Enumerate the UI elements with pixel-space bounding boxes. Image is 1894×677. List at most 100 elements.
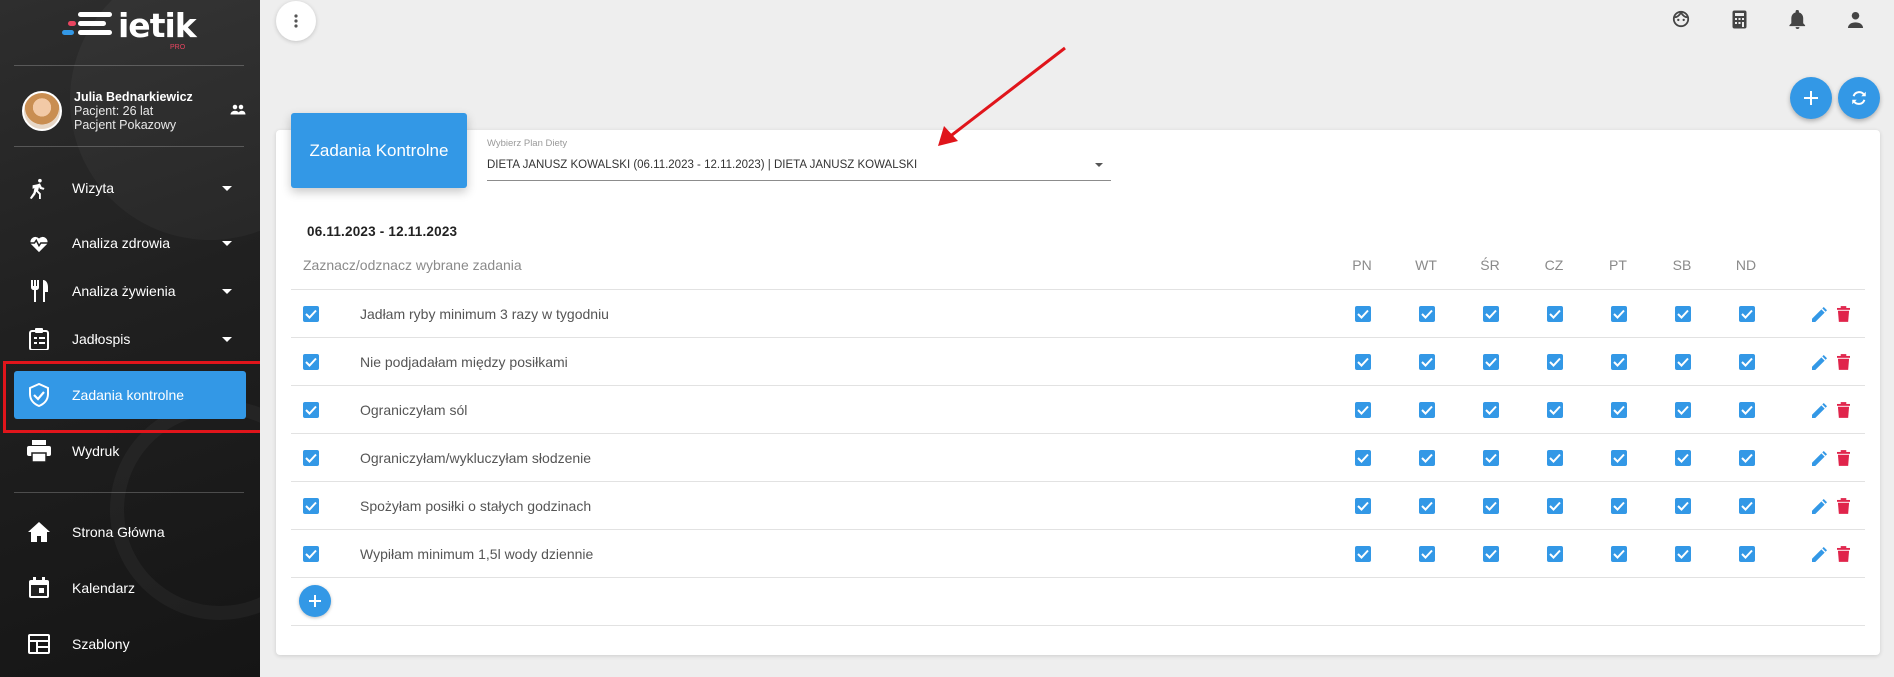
add-task-button[interactable] xyxy=(299,585,331,617)
diet-plan-select-value: DIETA JANUSZ KOWALSKI (06.11.2023 - 12.1… xyxy=(487,159,918,171)
toggle-all-tasks-link[interactable]: Zaznacz/odznacz wybrane zadania xyxy=(303,257,522,273)
day-checkbox-sb[interactable] xyxy=(1675,306,1691,322)
diet-plan-select-label: Wybierz Plan Diety xyxy=(487,138,568,149)
patient-card[interactable]: Julia Bednarkiewicz Pacjent: 26 lat Pacj… xyxy=(22,86,247,136)
day-checkbox-nd[interactable] xyxy=(1739,306,1755,322)
bell-icon[interactable] xyxy=(1784,6,1810,32)
day-header: PN xyxy=(1352,257,1372,273)
day-checkbox-pn[interactable] xyxy=(1355,498,1371,514)
app-logo[interactable]: ietik PRO xyxy=(62,6,197,51)
sidebar-item-jadlospis[interactable]: Jadłospis xyxy=(14,315,246,363)
day-checkbox-nd[interactable] xyxy=(1739,450,1755,466)
day-checkbox-pt[interactable] xyxy=(1611,498,1627,514)
delete-icon[interactable] xyxy=(1834,352,1852,372)
day-checkbox-cz[interactable] xyxy=(1547,354,1563,370)
day-checkbox-cz[interactable] xyxy=(1547,546,1563,562)
sidebar-item-wizyta[interactable]: Wizyta xyxy=(14,164,246,212)
day-checkbox-sb[interactable] xyxy=(1675,498,1691,514)
day-checkbox-śr[interactable] xyxy=(1483,306,1499,322)
day-checkbox-sb[interactable] xyxy=(1675,450,1691,466)
day-checkbox-wt[interactable] xyxy=(1419,546,1435,562)
day-checkbox-nd[interactable] xyxy=(1739,402,1755,418)
task-select-checkbox[interactable] xyxy=(303,450,319,466)
edit-icon[interactable] xyxy=(1810,544,1828,564)
task-label: Jadłam ryby minimum 3 razy w tygodniu xyxy=(360,306,609,322)
delete-icon[interactable] xyxy=(1834,448,1852,468)
sidebar-item-szablony[interactable]: Szablony xyxy=(14,620,246,668)
day-checkbox-sb[interactable] xyxy=(1675,402,1691,418)
edit-icon[interactable] xyxy=(1810,304,1828,324)
day-checkbox-pt[interactable] xyxy=(1611,354,1627,370)
day-header: ŚR xyxy=(1480,257,1500,273)
calculator-icon[interactable] xyxy=(1726,6,1752,32)
day-checkbox-pn[interactable] xyxy=(1355,546,1371,562)
day-checkbox-nd[interactable] xyxy=(1739,546,1755,562)
day-checkbox-pn[interactable] xyxy=(1355,450,1371,466)
sidebar-item-kalendarz[interactable]: Kalendarz xyxy=(14,564,246,612)
day-checkbox-wt[interactable] xyxy=(1419,354,1435,370)
task-select-checkbox[interactable] xyxy=(303,402,319,418)
day-checkbox-wt[interactable] xyxy=(1419,402,1435,418)
day-checkbox-cz[interactable] xyxy=(1547,402,1563,418)
day-checkbox-nd[interactable] xyxy=(1739,354,1755,370)
diet-plan-select[interactable]: DIETA JANUSZ KOWALSKI (06.11.2023 - 12.1… xyxy=(487,150,1111,181)
sidebar-item-strona-glowna[interactable]: Strona Główna xyxy=(14,508,246,556)
day-checkbox-pt[interactable] xyxy=(1611,450,1627,466)
switch-patient-icon[interactable] xyxy=(229,101,247,119)
plus-icon xyxy=(1804,91,1818,105)
printer-icon xyxy=(26,438,52,464)
day-checkbox-cz[interactable] xyxy=(1547,306,1563,322)
edit-icon[interactable] xyxy=(1810,448,1828,468)
day-checkbox-pn[interactable] xyxy=(1355,354,1371,370)
account-icon[interactable] xyxy=(1842,6,1868,32)
edit-icon[interactable] xyxy=(1810,400,1828,420)
day-header: ND xyxy=(1735,257,1757,273)
day-checkbox-wt[interactable] xyxy=(1419,450,1435,466)
delete-icon[interactable] xyxy=(1834,496,1852,516)
logo-text: ietik xyxy=(118,6,197,45)
day-checkbox-sb[interactable] xyxy=(1675,546,1691,562)
day-checkbox-pn[interactable] xyxy=(1355,402,1371,418)
day-checkbox-pt[interactable] xyxy=(1611,402,1627,418)
delete-icon[interactable] xyxy=(1834,304,1852,324)
avatar xyxy=(22,91,62,131)
day-checkbox-cz[interactable] xyxy=(1547,498,1563,514)
day-header: SB xyxy=(1672,257,1692,273)
day-checkbox-sb[interactable] xyxy=(1675,354,1691,370)
day-checkbox-pn[interactable] xyxy=(1355,306,1371,322)
day-checkbox-cz[interactable] xyxy=(1547,450,1563,466)
day-checkbox-wt[interactable] xyxy=(1419,306,1435,322)
template-icon xyxy=(26,631,52,657)
sidebar-divider xyxy=(14,65,244,66)
day-checkbox-pt[interactable] xyxy=(1611,546,1627,562)
day-checkbox-śr[interactable] xyxy=(1483,354,1499,370)
delete-icon[interactable] xyxy=(1834,544,1852,564)
day-checkbox-śr[interactable] xyxy=(1483,546,1499,562)
calendar-icon xyxy=(26,575,52,601)
refresh-button[interactable] xyxy=(1838,77,1880,119)
day-checkbox-pt[interactable] xyxy=(1611,306,1627,322)
day-checkbox-śr[interactable] xyxy=(1483,402,1499,418)
sidebar-item-wydruk[interactable]: Wydruk xyxy=(14,427,246,475)
delete-icon[interactable] xyxy=(1834,400,1852,420)
face-icon[interactable] xyxy=(1668,6,1694,32)
card-title: Zadania Kontrolne xyxy=(291,113,467,188)
menu-dots-button[interactable] xyxy=(276,1,316,41)
day-checkbox-nd[interactable] xyxy=(1739,498,1755,514)
day-checkbox-śr[interactable] xyxy=(1483,450,1499,466)
day-checkbox-śr[interactable] xyxy=(1483,498,1499,514)
task-select-checkbox[interactable] xyxy=(303,306,319,322)
chevron-down-icon xyxy=(1095,163,1103,167)
sidebar-item-analiza-zywienia[interactable]: Analiza żywienia xyxy=(14,267,246,315)
edit-icon[interactable] xyxy=(1810,352,1828,372)
task-select-checkbox[interactable] xyxy=(303,354,319,370)
sidebar-divider xyxy=(14,146,244,147)
task-select-checkbox[interactable] xyxy=(303,498,319,514)
day-checkbox-wt[interactable] xyxy=(1419,498,1435,514)
sidebar-item-analiza-zdrowia[interactable]: Analiza zdrowia xyxy=(14,219,246,267)
logo-pro-badge: PRO xyxy=(170,44,186,51)
edit-icon[interactable] xyxy=(1810,496,1828,516)
task-select-checkbox[interactable] xyxy=(303,546,319,562)
patient-age: Pacjent: 26 lat xyxy=(74,104,154,118)
add-plan-button[interactable] xyxy=(1790,77,1832,119)
